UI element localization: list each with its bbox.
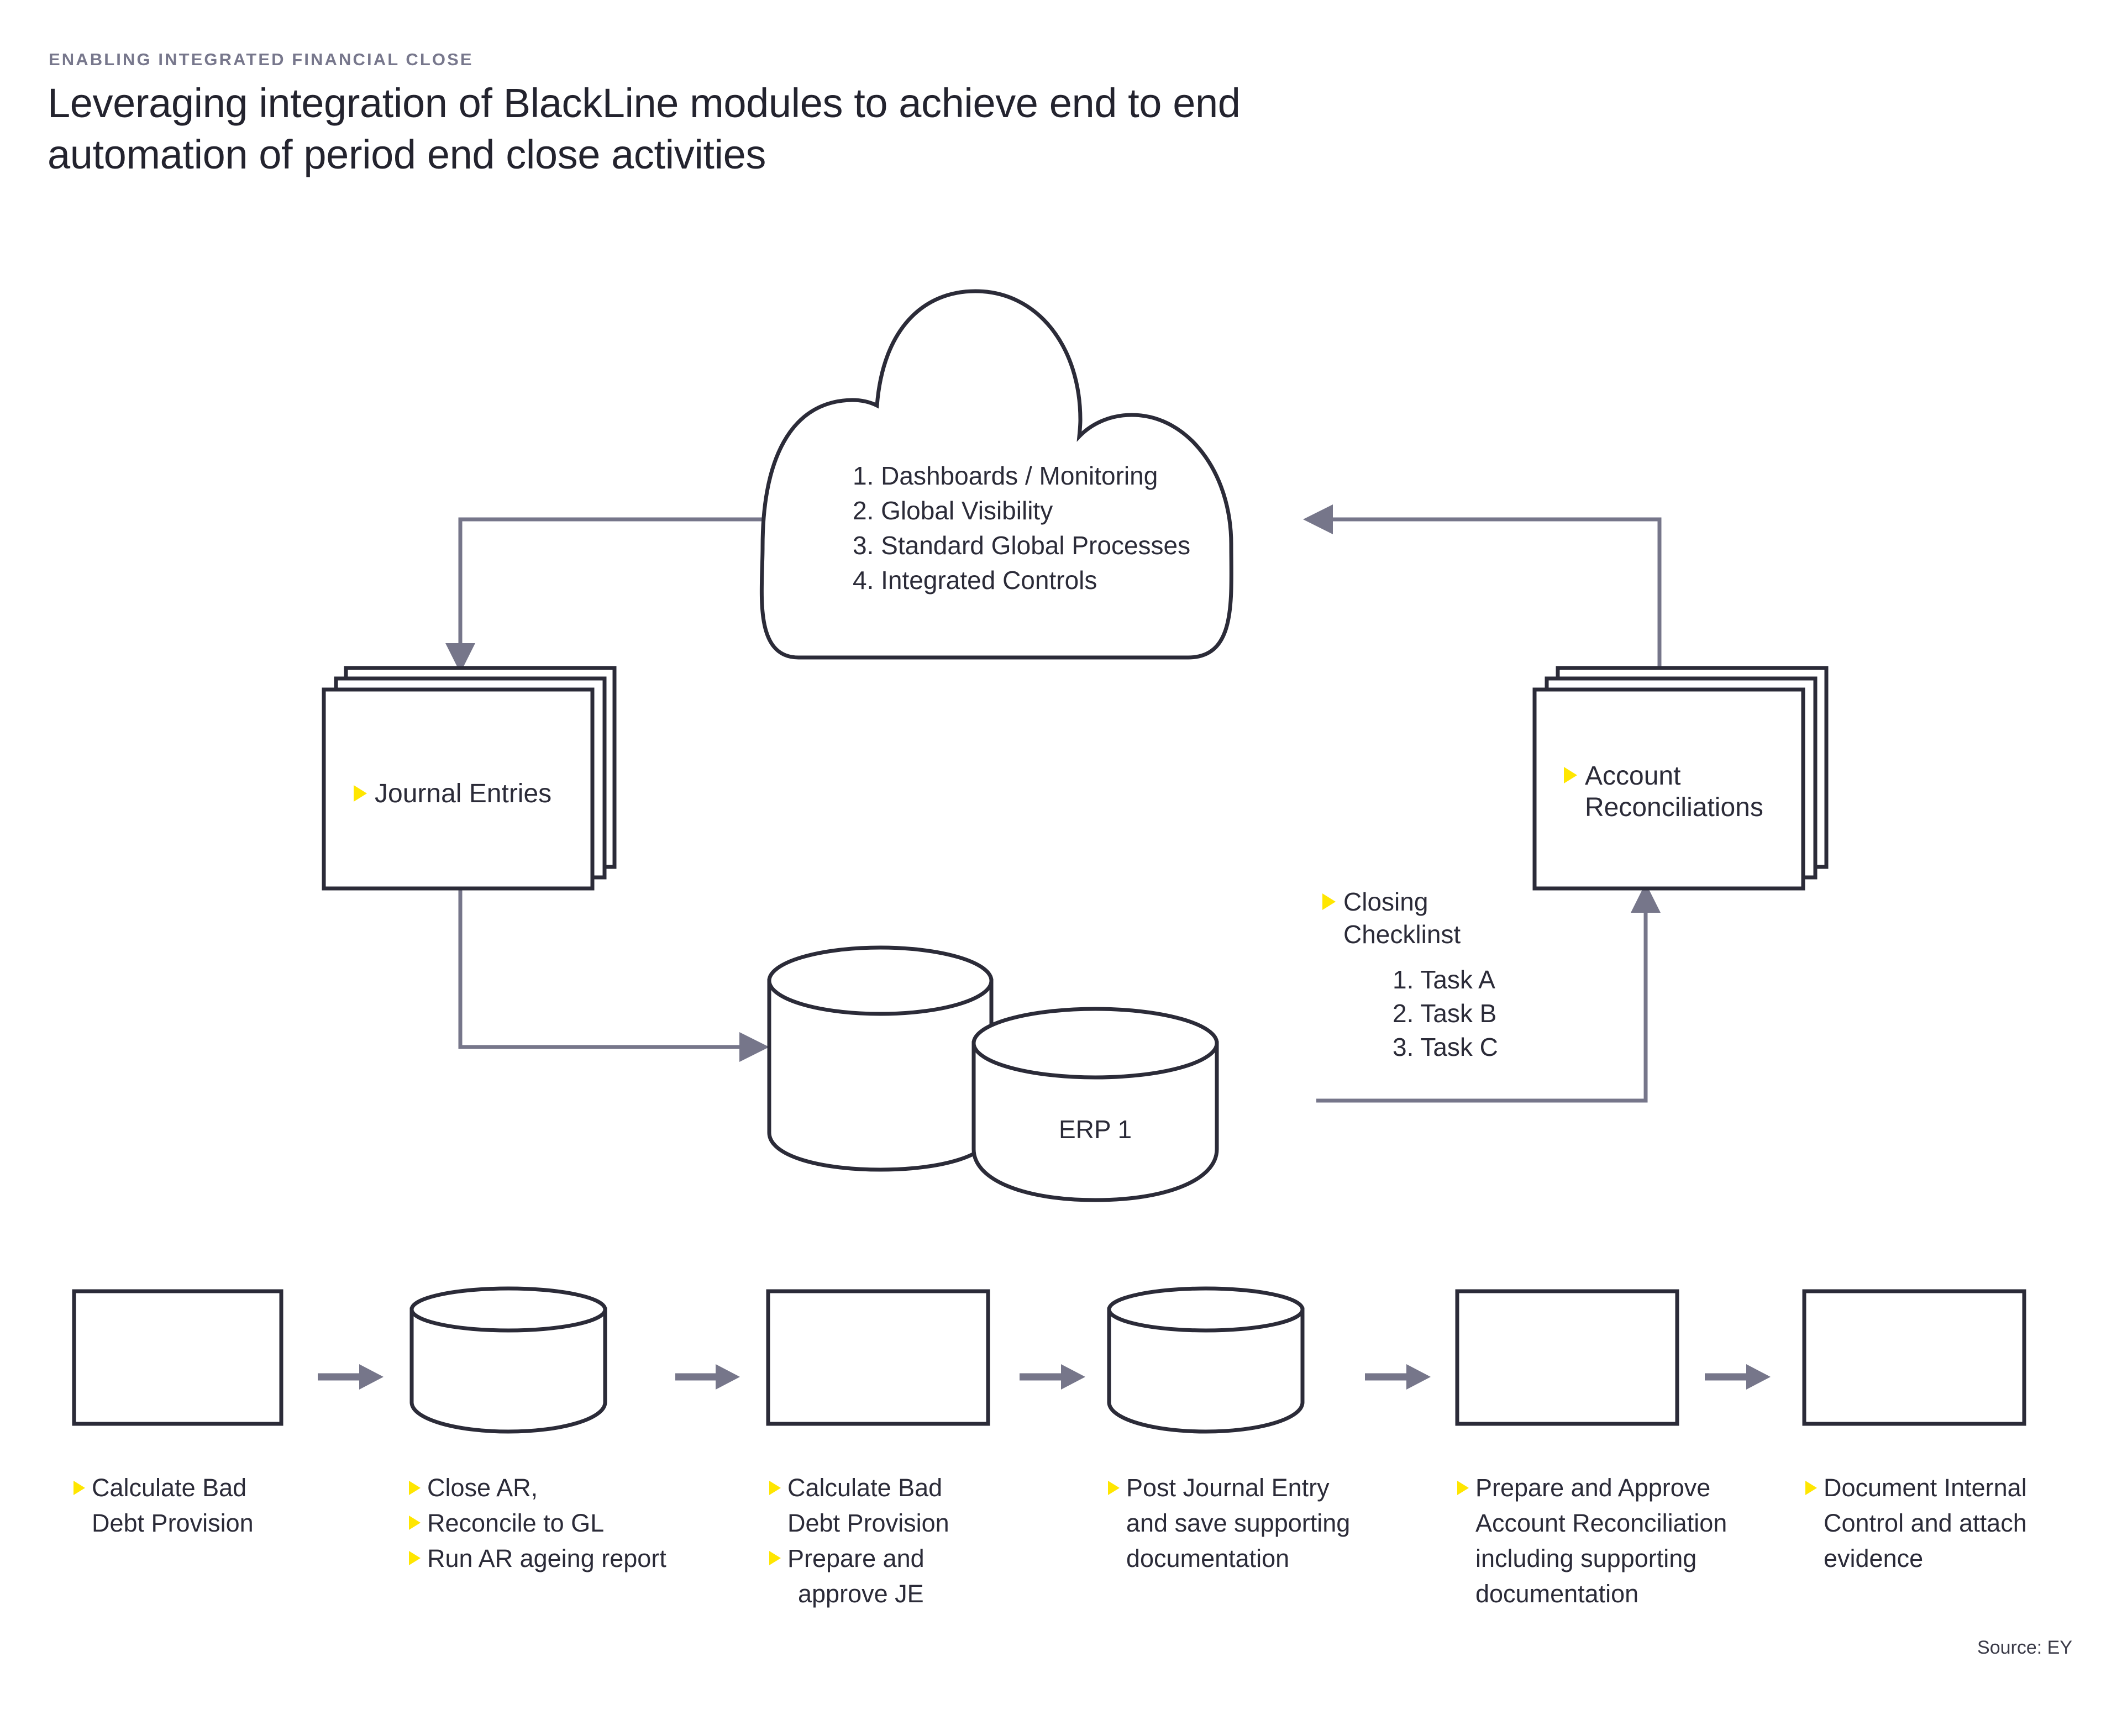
process-step-3-caption: Calculate Bad Debt Provision Prepare and… <box>769 1474 949 1608</box>
closing-checklist-label-line-2: Checklinst <box>1343 920 1461 949</box>
process-step-3-line-3: Prepare and <box>787 1544 925 1572</box>
process-step-5-shape[interactable] <box>1455 1289 1679 1426</box>
process-step-5-line-4: documentation <box>1475 1580 1638 1608</box>
process-step-5-line-1: Prepare and Approve <box>1475 1474 1710 1502</box>
process-step-2-line-3: Run AR ageing report <box>427 1544 666 1572</box>
bullet-triangle-icon <box>769 1551 781 1565</box>
process-step-4-caption: Post Journal Entry and save supporting d… <box>1108 1474 1350 1572</box>
process-step-6-caption: Document Internal Control and attach evi… <box>1805 1474 2027 1572</box>
process-step-3-line-2: Debt Provision <box>787 1509 949 1537</box>
slide-canvas: Enabling integrated financial close Leve… <box>0 0 2122 1736</box>
process-arrow-4 <box>1365 1364 1431 1390</box>
account-reconciliations-label-line-2: Reconciliations <box>1585 793 1763 822</box>
source-note: Source: EY <box>1977 1637 2072 1658</box>
process-step-1-line-1: Calculate Bad <box>92 1474 246 1502</box>
process-step-4-shape[interactable] <box>1107 1286 1305 1434</box>
bullet-triangle-icon <box>1108 1481 1120 1495</box>
process-step-5-line-2: Account Reconciliation <box>1475 1509 1727 1537</box>
process-step-5-caption: Prepare and Approve Account Reconciliati… <box>1457 1474 1727 1608</box>
process-step-4-line-2: and save supporting <box>1126 1509 1350 1537</box>
process-step-1-shape[interactable] <box>72 1289 283 1426</box>
bullet-triangle-icon <box>1322 893 1336 910</box>
process-arrow-2 <box>675 1364 740 1390</box>
process-step-6-line-2: Control and attach <box>1824 1509 2027 1537</box>
cloud-item-2: 2. Global Visibility <box>853 496 1053 525</box>
account-reconciliations-label-line-1: Account <box>1585 761 1680 791</box>
erp-database-back[interactable] <box>767 945 994 1172</box>
process-step-2-line-2: Reconcile to GL <box>427 1509 604 1537</box>
process-step-3-line-1: Calculate Bad <box>787 1474 942 1502</box>
process-step-6-line-1: Document Internal <box>1824 1474 2027 1502</box>
connector-journal-entries-to-erp <box>458 884 769 1062</box>
closing-checklist: Closing Checklinst 1. Task A 2. Task B 3… <box>1322 887 1498 1061</box>
process-step-3-shape[interactable] <box>766 1289 990 1426</box>
closing-checklist-task-2: 2. Task B <box>1393 999 1496 1028</box>
bullet-triangle-icon <box>73 1481 85 1495</box>
process-step-1-line-2: Debt Provision <box>92 1509 254 1537</box>
cloud-item-4: 4. Integrated Controls <box>853 566 1097 595</box>
process-step-1-caption: Calculate Bad Debt Provision <box>73 1474 254 1537</box>
closing-checklist-task-1: 1. Task A <box>1393 965 1495 994</box>
process-arrow-3 <box>1020 1364 1085 1390</box>
process-step-6-line-3: evidence <box>1824 1544 1923 1572</box>
bullet-triangle-icon <box>769 1481 781 1495</box>
process-arrow-5 <box>1705 1364 1771 1390</box>
process-step-2-line-1: Close AR, <box>427 1474 538 1502</box>
process-step-2-caption: Close AR, Reconcile to GL Run AR ageing … <box>409 1474 666 1572</box>
bullet-triangle-icon <box>409 1481 421 1495</box>
erp-front-label: ERP 1 <box>1059 1115 1132 1144</box>
process-step-6-shape[interactable] <box>1802 1289 2026 1426</box>
cloud-item-1: 1. Dashboards / Monitoring <box>853 461 1158 490</box>
closing-checklist-task-3: 3. Task C <box>1393 1033 1498 1061</box>
process-step-3-line-4: approve JE <box>798 1580 924 1608</box>
bullet-triangle-icon <box>1805 1481 1817 1495</box>
erp-database-front[interactable]: ERP 1 <box>971 1007 1219 1202</box>
process-step-4-line-3: documentation <box>1126 1544 1289 1572</box>
process-step-5-line-3: including supporting <box>1475 1544 1696 1572</box>
process-arrow-1 <box>318 1364 384 1390</box>
process-diagram: 1. Dashboards / Monitoring 2. Global Vis… <box>72 289 2027 1608</box>
closing-checklist-label-line-1: Closing <box>1343 887 1428 916</box>
bullet-triangle-icon <box>409 1551 421 1565</box>
journal-entries-card[interactable]: Journal Entries <box>322 666 617 891</box>
process-step-2-shape[interactable] <box>409 1286 607 1434</box>
bullet-triangle-icon <box>409 1516 421 1530</box>
bullet-triangle-icon <box>1457 1481 1469 1495</box>
journal-entries-label: Journal Entries <box>375 779 551 808</box>
account-reconciliations-card[interactable]: Account Reconciliations <box>1532 666 1829 891</box>
cloud-item-3: 3. Standard Global Processes <box>853 531 1190 560</box>
process-step-4-line-1: Post Journal Entry <box>1126 1474 1330 1502</box>
connector-account-reconciliations-to-cloud <box>1303 504 1662 680</box>
